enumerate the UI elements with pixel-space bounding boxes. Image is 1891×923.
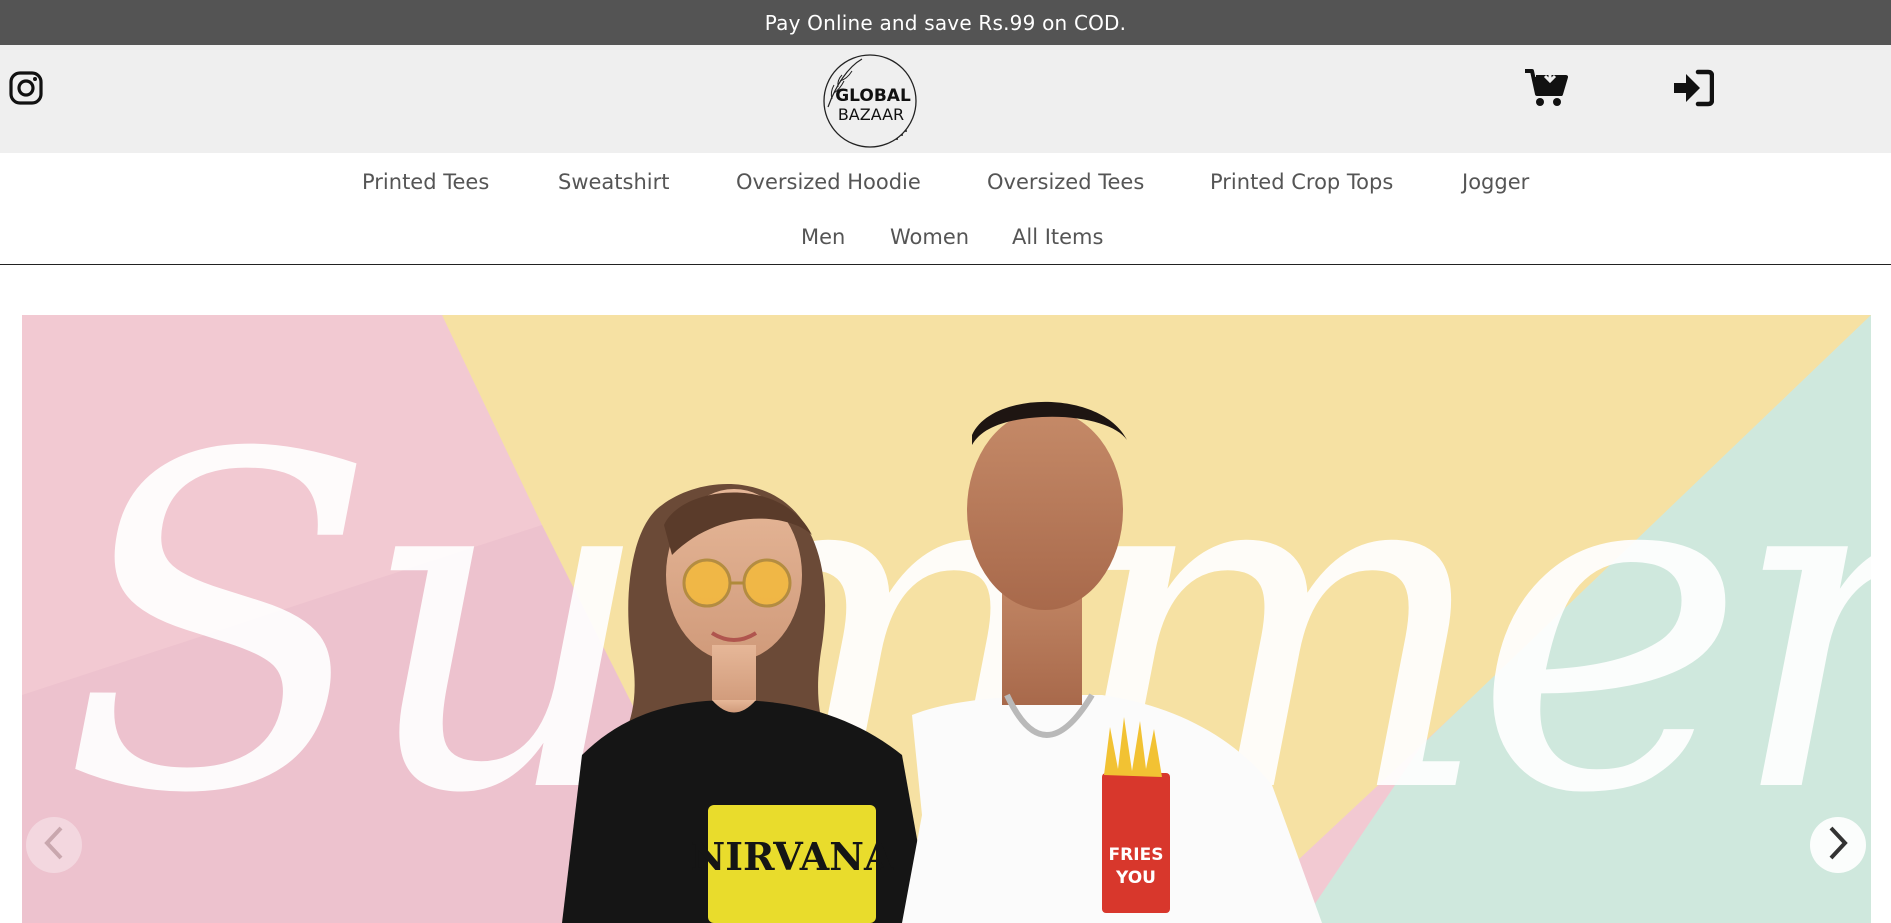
nav-item-jogger[interactable]: Jogger (1462, 162, 1529, 202)
logo-text-line1: GLOBAL (835, 86, 911, 106)
nav-item-women[interactable]: Women (890, 217, 969, 257)
cart-icon[interactable] (1524, 67, 1568, 109)
instagram-icon[interactable] (9, 71, 43, 105)
logo-text-line2: BAZAAR (838, 105, 904, 124)
hero-banner[interactable]: Summer NIRVANA FRIES YOU (22, 315, 1871, 923)
main-nav: Printed Tees Sweatshirt Oversized Hoodie… (0, 153, 1891, 265)
site-logo[interactable]: GLOBAL BAZAAR (818, 49, 920, 151)
tee-print-you: YOU (1115, 868, 1156, 888)
tee-print-nirvana: NIRVANA (691, 834, 894, 879)
carousel-next-button[interactable] (1810, 817, 1866, 873)
chevron-right-icon (1826, 825, 1850, 865)
nav-item-all-items[interactable]: All Items (1012, 217, 1103, 257)
tee-print-fries: FRIES (1109, 845, 1164, 865)
chevron-left-icon (42, 825, 66, 865)
hero-banner-image: Summer NIRVANA FRIES YOU (22, 315, 1871, 923)
announcement-text: Pay Online and save Rs.99 on COD. (764, 10, 1127, 35)
site-header: GLOBAL BAZAAR (0, 45, 1891, 153)
nav-item-oversized-tees[interactable]: Oversized Tees (987, 162, 1144, 202)
login-icon[interactable] (1672, 69, 1715, 107)
nav-row-categories: Printed Tees Sweatshirt Oversized Hoodie… (0, 162, 1891, 202)
nav-item-sweatshirt[interactable]: Sweatshirt (558, 162, 669, 202)
nav-item-printed-crop-tops[interactable]: Printed Crop Tops (1210, 162, 1393, 202)
carousel-prev-button[interactable] (26, 817, 82, 873)
nav-item-printed-tees[interactable]: Printed Tees (362, 162, 489, 202)
nav-item-men[interactable]: Men (801, 217, 845, 257)
announcement-bar: Pay Online and save Rs.99 on COD. (0, 0, 1891, 45)
nav-item-oversized-hoodie[interactable]: Oversized Hoodie (736, 162, 921, 202)
nav-row-segments: Men Women All Items (0, 217, 1891, 257)
